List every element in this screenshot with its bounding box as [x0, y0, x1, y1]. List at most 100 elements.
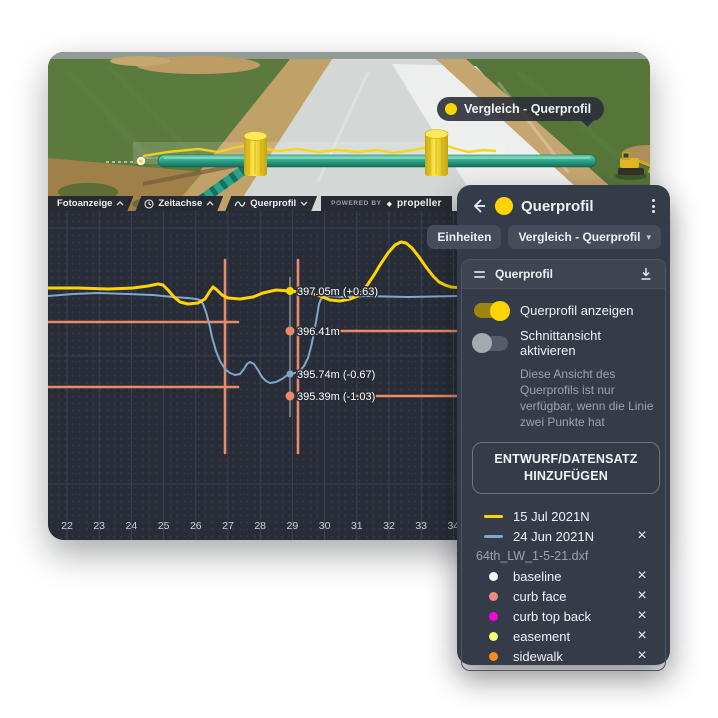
tab-querprofil-label: Querprofil [250, 198, 296, 209]
yellow-dot-icon [445, 103, 457, 115]
legend-item-label: curb top back [513, 609, 623, 624]
powered-by-prefix: POWERED BY [331, 200, 381, 207]
tab-zeitachse-label: Zeitachse [158, 198, 202, 209]
tab-fotoanzeige-label: Fotoanzeige [57, 198, 112, 209]
remove-layer-button[interactable]: × [633, 568, 651, 584]
card-body: Querprofil anzeigen Schnittansicht aktiv… [462, 289, 665, 671]
x-tick-label: 26 [190, 520, 202, 532]
legend-dot-swatch [489, 612, 498, 621]
remove-layer-button[interactable]: × [633, 628, 651, 644]
clock-icon [144, 199, 154, 209]
x-tick-label: 31 [351, 520, 363, 532]
legend-item: 24 Jun 2021N × [472, 526, 655, 546]
querprofil-panel: Querprofil Einheiten Vergleich - Querpro… [457, 185, 670, 665]
remove-layer-button[interactable]: × [633, 528, 651, 544]
legend-item: baseline × [472, 566, 655, 586]
legend-item-label: 15 Jul 2021N [513, 509, 651, 524]
chevron-down-icon: ▾ [646, 232, 651, 243]
toggle-row-anzeigen: Querprofil anzeigen [474, 303, 655, 318]
availability-note: Diese Ansicht des Querprofils ist nur ve… [520, 366, 666, 430]
legend-list: 15 Jul 2021N 24 Jun 2021N × 64th_LW_1-5-21.… [472, 506, 655, 671]
mode-badge: Vergleich - Querprofil [437, 97, 604, 121]
legend-item-label: easement [513, 629, 623, 644]
panel-title: Querprofil [521, 198, 638, 215]
x-tick-label: 23 [93, 520, 105, 532]
elevation-marker [286, 287, 294, 295]
toggle-row-schnittansicht: Schnittansicht aktivieren [474, 328, 655, 358]
x-tick-label: 28 [254, 520, 266, 532]
profile-wave-icon [234, 200, 246, 208]
x-tick-label: 25 [158, 520, 170, 532]
legend-dot-swatch [489, 592, 498, 601]
elevation-marker [287, 371, 294, 378]
add-design-dataset-button[interactable]: ENTWURF/DATENSATZ HINZUFÜGEN [472, 442, 660, 494]
pipeline-model [158, 155, 596, 167]
legend-line-swatch [484, 535, 503, 538]
panel-button-row: Einheiten Vergleich - Querprofil▾ [457, 221, 670, 259]
elevation-label: 395.74m (-0.67) [297, 369, 375, 381]
legend-line-swatch [484, 515, 503, 518]
powered-by-bar: POWERED BY ◆ propeller [321, 196, 451, 211]
panel-header: Querprofil [457, 185, 670, 221]
card-title: Querprofil [495, 267, 629, 281]
back-arrow-icon[interactable] [471, 198, 487, 214]
chevron-up-icon [116, 201, 124, 206]
valve-cylinder-1 [244, 132, 267, 177]
toggle-label: Schnittansicht aktivieren [520, 328, 655, 358]
querprofil-anzeigen-toggle[interactable] [474, 303, 508, 318]
valve-cylinder-2 [425, 130, 448, 177]
drag-handle-icon[interactable] [474, 271, 485, 278]
elevation-label: 395.39m (-1.03) [297, 391, 375, 403]
remove-layer-button[interactable]: × [633, 648, 651, 664]
legend-item: curb face × [472, 586, 655, 606]
layer-color-dot [495, 197, 513, 215]
compare-dropdown-label: Vergleich - Querprofil [518, 230, 640, 244]
tab-querprofil[interactable]: Querprofil [225, 196, 317, 211]
units-button-label: Einheiten [437, 230, 491, 244]
legend-item-label: 24 Jun 2021N [513, 529, 623, 544]
tab-zeitachse[interactable]: Zeitachse [135, 196, 223, 211]
remove-layer-button[interactable]: × [633, 668, 651, 671]
legend-file-header: 64th_LW_1-5-21.dxf [472, 546, 655, 566]
legend-dot-swatch [489, 572, 498, 581]
schnittansicht-toggle[interactable] [474, 336, 508, 351]
legend-item: stormdrain × [472, 666, 655, 671]
legend-item: 15 Jul 2021N [472, 506, 655, 526]
x-tick-label: 32 [383, 520, 395, 532]
legend-item: curb top back × [472, 606, 655, 626]
x-tick-label: 30 [319, 520, 331, 532]
x-tick-label: 33 [415, 520, 427, 532]
elevation-marker [286, 392, 295, 401]
x-tick-label: 22 [61, 520, 73, 532]
legend-item-label: curb face [513, 589, 623, 604]
legend-item: easement × [472, 626, 655, 646]
units-button[interactable]: Einheiten [427, 225, 501, 249]
legend-item-label: sidewalk [513, 649, 623, 664]
kebab-menu-icon[interactable] [646, 197, 660, 215]
chevron-down-icon [300, 201, 308, 206]
screenshot-canvas: Vergleich - Querprofil Fotoanzeige Zeita… [0, 0, 718, 718]
toggle-label: Querprofil anzeigen [520, 303, 633, 318]
download-icon[interactable] [639, 267, 653, 281]
querprofil-card: Querprofil Querprofil anzeigen Schnittan… [461, 259, 666, 671]
propeller-logo-icon: ◆ [387, 200, 392, 208]
tab-fotoanzeige[interactable]: Fotoanzeige [48, 196, 133, 211]
elevation-marker [286, 327, 295, 336]
x-tick-label: 29 [287, 520, 299, 532]
mode-badge-label: Vergleich - Querprofil [464, 102, 591, 116]
x-tick-label: 27 [222, 520, 234, 532]
elevation-label: 397.05m (+0.63) [297, 286, 378, 298]
compare-dropdown[interactable]: Vergleich - Querprofil ▾ [508, 225, 661, 249]
remove-layer-button[interactable]: × [633, 588, 651, 604]
legend-item-label: stormdrain [513, 669, 623, 672]
elevation-label: 396.41m [297, 326, 340, 338]
chevron-up-icon [206, 201, 214, 206]
legend-item-label: baseline [513, 569, 623, 584]
legend-item: sidewalk × [472, 646, 655, 666]
legend-dot-swatch [489, 632, 498, 641]
x-tick-label: 24 [126, 520, 138, 532]
remove-layer-button[interactable]: × [633, 608, 651, 624]
legend-dot-swatch [489, 652, 498, 661]
card-header: Querprofil [462, 260, 665, 289]
propeller-logo-text: propeller [397, 198, 442, 209]
